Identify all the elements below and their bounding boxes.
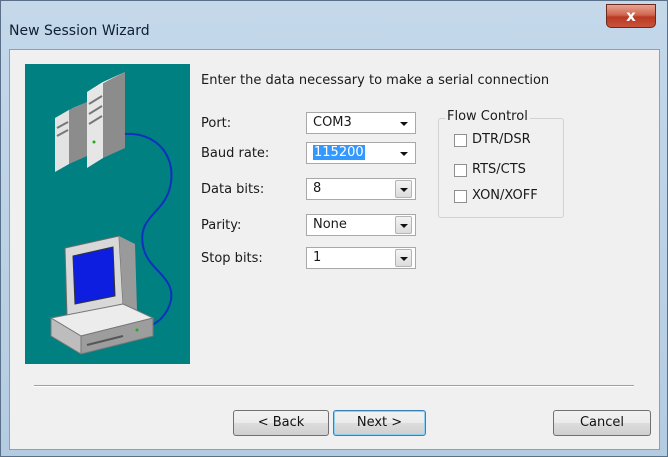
cancel-button[interactable]: Cancel [553, 410, 651, 436]
chevron-down-icon[interactable] [395, 144, 412, 162]
chevron-down-icon[interactable] [395, 114, 412, 132]
port-select[interactable]: COM3 [306, 112, 416, 134]
stop-bits-value: 1 [313, 250, 322, 265]
chevron-down-icon[interactable] [395, 216, 412, 234]
back-button[interactable]: < Back [233, 410, 329, 436]
window-title: New Session Wizard [9, 23, 150, 39]
stop-bits-select[interactable]: 1 [306, 247, 416, 269]
data-bits-select[interactable]: 8 [306, 178, 416, 200]
close-button[interactable]: x [606, 4, 656, 28]
computer-icon [49, 235, 155, 355]
parity-label: Parity: [201, 218, 242, 233]
baud-rate-value: 115200 [313, 145, 365, 160]
checkbox-box[interactable] [454, 190, 467, 203]
rts-cts-label: RTS/CTS [472, 162, 526, 177]
chevron-down-icon[interactable] [395, 180, 412, 198]
checkbox-box[interactable] [454, 164, 467, 177]
dtr-dsr-label: DTR/DSR [472, 132, 531, 147]
next-button[interactable]: Next > [333, 410, 426, 436]
parity-select[interactable]: None [306, 214, 416, 236]
baud-rate-select[interactable]: 115200 [306, 142, 416, 164]
parity-value: None [313, 217, 347, 232]
port-label: Port: [201, 116, 232, 131]
wizard-illustration [25, 64, 190, 364]
server-icon [55, 72, 125, 172]
close-icon: x [626, 7, 636, 25]
xon-xoff-label: XON/XOFF [472, 188, 538, 203]
data-bits-label: Data bits: [201, 182, 265, 197]
port-value: COM3 [313, 115, 352, 130]
flow-control-label: Flow Control [445, 109, 530, 124]
divider [34, 385, 634, 387]
baud-rate-label: Baud rate: [201, 146, 270, 161]
wizard-instructions: Enter the data necessary to make a seria… [201, 73, 550, 88]
data-bits-value: 8 [313, 181, 322, 196]
checkbox-box[interactable] [454, 134, 467, 147]
stop-bits-label: Stop bits: [201, 251, 263, 266]
title-bar[interactable]: New Session Wizard x [1, 1, 667, 39]
chevron-down-icon[interactable] [395, 249, 412, 267]
